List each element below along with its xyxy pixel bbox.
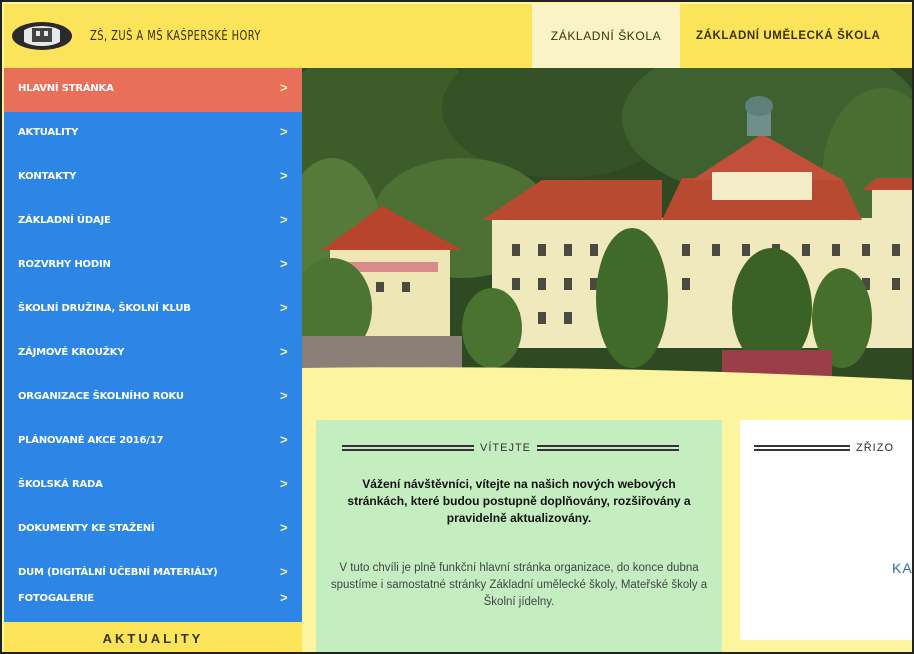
sidebar-item-label: ZÁJMOVÉ KROUŽKY [18,347,125,358]
sidebar-item-organizace-skolniho-roku[interactable]: ORGANIZACE ŠKOLNÍHO ROKU > [4,376,302,420]
chevron-right-icon: > [280,564,288,579]
sidebar-item-fotogalerie[interactable]: FOTOGALERIE > [4,578,302,622]
welcome-body-text: V tuto chvíli je plně funkční hlavní str… [330,562,708,608]
divider [342,445,474,451]
sidebar-item-label: ROZVRHY HODIN [18,259,111,270]
sidebar-item-label: HLAVNÍ STRÁNKA [18,83,114,94]
chevron-right-icon: > [280,168,288,183]
sidebar-item-label: ORGANIZACE ŠKOLNÍHO ROKU [18,391,184,402]
site-title[interactable]: ZŠ, ZUŠ A MŠ KAŠPERSKÉ HORY [90,29,261,44]
sidebar-item-skolska-rada[interactable]: ŠKOLSKÁ RADA > [4,464,302,508]
sidebar-item-hlavni-stranka[interactable]: HLAVNÍ STRÁNKA > [4,68,302,112]
sidebar-item-dokumenty-ke-stazeni[interactable]: DOKUMENTY KE STAŽENÍ > [4,508,302,552]
sidebar-item-label: DUM (DIGITÁLNÍ UČEBNÍ MATERIÁLY) [18,567,218,578]
hero-school-photo [302,68,912,380]
school-logo-icon[interactable] [10,18,74,54]
chevron-right-icon: > [280,476,288,491]
welcome-title: VÍTEJTE [480,442,532,454]
welcome-heading: VÍTEJTE [342,438,698,458]
chevron-right-icon: > [280,388,288,403]
chevron-right-icon: > [280,80,288,95]
chevron-right-icon: > [280,124,288,139]
sidebar-item-label: FOTOGALERIE [18,593,94,604]
chevron-right-icon: > [280,344,288,359]
site-header: ZŠ, ZUŠ A MŠ KAŠPERSKÉ HORY ZÁKLADNÍ ŠKO… [4,4,912,68]
sidebar-item-kontakty[interactable]: KONTAKTY > [4,156,302,200]
sidebar-item-label: PLÁNOVANÉ AKCE 2016/17 [18,435,164,446]
sidebar-item-label: ZÁKLADNÍ ÚDAJE [18,215,111,226]
tab-zakladni-umelecka-skola[interactable]: ZÁKLADNÍ UMĚLECKÁ ŠKOLA [686,4,912,68]
page-frame: ZŠ, ZUŠ A MŠ KAŠPERSKÉ HORY ZÁKLADNÍ ŠKO… [0,0,914,654]
divider [537,445,680,451]
sidebar-item-rozvrhy-hodin[interactable]: ROZVRHY HODIN > [4,244,302,288]
sidebar-item-label: ŠKOLSKÁ RADA [18,479,103,490]
sidebar-item-zajmove-krouzky[interactable]: ZÁJMOVÉ KROUŽKY > [4,332,302,376]
tab-zakladni-skola[interactable]: ZÁKLADNÍ ŠKOLA [532,4,680,68]
divider [754,445,850,451]
founder-title: ZŘIZO [856,442,894,454]
sidebar-item-label: ŠKOLNÍ DRUŽINA, ŠKOLNÍ KLUB [18,303,191,314]
sidebar-item-zakladni-udaje[interactable]: ZÁKLADNÍ ÚDAJE > [4,200,302,244]
sidebar-item-label: KONTAKTY [18,171,77,182]
sidebar-nav: HLAVNÍ STRÁNKA > AKTUALITY > KONTAKTY > … [4,68,302,652]
founder-link[interactable]: KA [892,560,912,576]
chevron-right-icon: > [280,212,288,227]
welcome-intro-text: Vážení návštěvníci, vítejte na našich no… [347,477,691,525]
chevron-right-icon: > [280,520,288,535]
chevron-right-icon: > [280,432,288,447]
founder-heading: ZŘIZO [754,438,912,458]
chevron-right-icon: > [280,256,288,271]
sidebar-item-label: AKTUALITY [18,127,79,138]
sidebar-item-aktuality[interactable]: AKTUALITY > [4,112,302,156]
sidebar-item-skolni-druzina[interactable]: ŠKOLNÍ DRUŽINA, ŠKOLNÍ KLUB > [4,288,302,332]
sidebar-news-heading: AKTUALITY [4,622,302,652]
chevron-right-icon: > [280,590,288,605]
sidebar-item-planovane-akce[interactable]: PLÁNOVANÉ AKCE 2016/17 > [4,420,302,464]
founder-box: ZŘIZO KA [740,420,912,640]
chevron-right-icon: > [280,300,288,315]
welcome-box: VÍTEJTE Vážení návštěvníci, vítejte na n… [316,420,722,652]
sidebar-item-label: DOKUMENTY KE STAŽENÍ [18,523,155,534]
